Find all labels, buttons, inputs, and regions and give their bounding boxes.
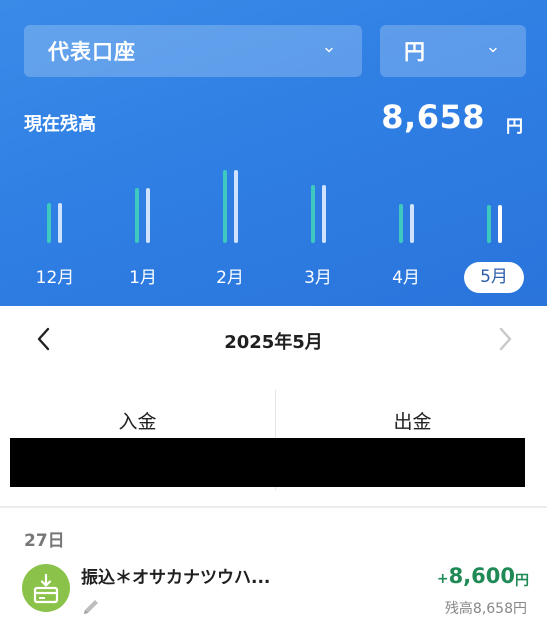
month-tab-mar[interactable]: 3月 bbox=[288, 263, 348, 288]
month-tab-may[interactable]: 5月 bbox=[464, 262, 524, 293]
month-tab-feb[interactable]: 2月 bbox=[200, 263, 260, 288]
amount-unit: 円 bbox=[515, 573, 529, 589]
deposit-withdrawal-summary: 入金 出金 bbox=[0, 390, 547, 502]
amount-value: 8,600 bbox=[448, 564, 515, 588]
month-title: 2025年5月 bbox=[224, 332, 323, 353]
withdrawal-label: 出金 bbox=[393, 411, 432, 433]
deposit-bar bbox=[487, 205, 491, 243]
transaction-amount: +8,600 bbox=[437, 564, 515, 588]
month-tab-jan[interactable]: 1月 bbox=[113, 263, 173, 288]
withdrawal-bar bbox=[234, 170, 238, 243]
deposit-card-icon bbox=[22, 564, 70, 612]
month-tab-apr[interactable]: 4月 bbox=[376, 263, 436, 288]
transaction-date: 27日 bbox=[24, 531, 65, 551]
amount-sign: + bbox=[436, 571, 449, 587]
month-navigation: 2025年5月 bbox=[0, 306, 547, 372]
balance-header: 代表口座 円 現在残高 8,658 円 12月 1月 2月 3月 4月 5月 bbox=[0, 0, 547, 306]
deposit-bar bbox=[135, 188, 139, 243]
transaction-list: 27日 振込＊オサカナツウハ... +8,600 円 残高8,658 円 bbox=[0, 508, 547, 631]
deposit-bar bbox=[399, 204, 403, 243]
withdrawal-bar bbox=[410, 204, 414, 243]
deposit-bar bbox=[311, 185, 315, 243]
running-balance-unit: 円 bbox=[513, 601, 527, 617]
monthly-bar-chart bbox=[0, 0, 547, 306]
withdrawal-bar bbox=[498, 205, 502, 243]
chevron-right-icon[interactable] bbox=[495, 326, 515, 352]
withdrawal-bar bbox=[58, 203, 62, 243]
deposit-bar bbox=[223, 170, 227, 243]
withdrawal-bar bbox=[146, 188, 150, 243]
deposit-bar bbox=[47, 203, 51, 243]
running-balance: 残高8,658 bbox=[444, 601, 513, 617]
month-tab-dec[interactable]: 12月 bbox=[25, 263, 85, 288]
withdrawal-bar bbox=[322, 185, 326, 243]
redacted-amounts bbox=[10, 438, 525, 487]
deposit-label: 入金 bbox=[118, 411, 157, 433]
transaction-title[interactable]: 振込＊オサカナツウハ... bbox=[81, 563, 281, 588]
pencil-icon[interactable] bbox=[80, 596, 102, 618]
